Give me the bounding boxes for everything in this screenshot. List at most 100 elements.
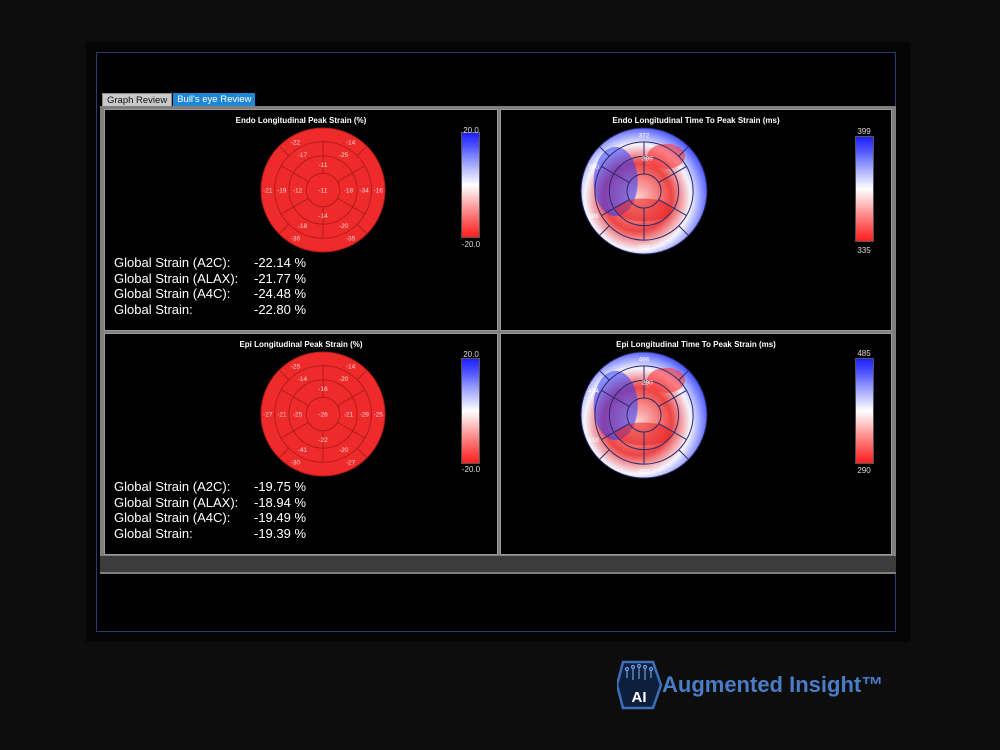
panel-title: Endo Longitudinal Peak Strain (%) [235, 116, 367, 125]
segment-value-label: -19 [277, 188, 287, 195]
global-strain-row: Global Strain: -19.39 % [114, 526, 306, 542]
strain-label: Global Strain (ALAX): [114, 494, 239, 510]
color-scale-bar [855, 358, 874, 464]
segment-value-label: -29 [360, 412, 370, 419]
strain-label: Global Strain (A2C): [114, 479, 231, 494]
segment-value-label: -26 [318, 412, 328, 419]
bulls-eye-plot: -14 -25 -27 -30 -27 -25 -20 -29 -20 -41 -21 -14 -16 -… [260, 351, 386, 477]
segment-value-label: -22 [318, 437, 328, 444]
segment-value-label: 372 [639, 132, 650, 139]
segment-value-label: -20 [339, 447, 349, 454]
strain-value: -22.80 % [254, 301, 307, 317]
logo-wordmark: Augmented Insight™ [662, 672, 884, 697]
segment-value-label: -20 [339, 376, 349, 383]
scale-max-label: 20.0 [463, 350, 479, 359]
panel-endo-peak-strain: Endo Longitudinal Peak Strain (%) -14 -16… [104, 109, 498, 331]
panel-epi-time-to-peak: Epi Longitudinal Time To Peak Strain (ms… [500, 333, 892, 555]
segment-value-label: -27 [263, 412, 273, 419]
segment-value-label: -16 [373, 188, 383, 195]
segment-value-label: -35 [346, 235, 356, 242]
strain-label: Global Strain (A2C): [114, 255, 231, 270]
global-strain-row: Global Strain (A2C): -22.14 % [114, 255, 306, 271]
scale-max-label: 399 [857, 127, 871, 136]
global-strain-row: Global Strain (A4C): -19.49 % [114, 510, 306, 526]
global-strain-list: Global Strain (A2C): -22.14 % Global Stra… [114, 255, 306, 317]
segment-value-label: -14 [318, 213, 328, 220]
tab-graph-review[interactable]: Graph Review [102, 93, 173, 107]
segment-value-label: -25 [293, 412, 303, 419]
segment-value-label: -18 [298, 223, 308, 230]
segment-value-label: -36 [291, 235, 301, 242]
strain-value: -19.75 % [254, 479, 307, 494]
bulls-eye-plot: -14 -16 -35 -36 -21 -22 -25 -34 -20 -18 -19 -17 -11 -… [260, 127, 386, 253]
scale-max-label: 485 [857, 349, 871, 358]
segment-value-label: -11 [319, 162, 328, 169]
segment-value-label: -22 [291, 140, 301, 147]
segment-value-label: 402 [639, 469, 650, 476]
strain-label: Global Strain (A4C): [114, 510, 231, 525]
global-strain-row: Global Strain (ALAX): -18.94 % [114, 495, 306, 511]
segment-value-label: 474 [588, 388, 599, 395]
segment-value-label: 334 [639, 245, 650, 252]
panel-title: Epi Longitudinal Time To Peak Strain (ms… [616, 340, 776, 349]
color-scale-bar [461, 132, 480, 238]
segment-value-label: -27 [346, 459, 356, 466]
segment-value-label: 399 [642, 156, 653, 163]
segment-value-label: -41 [298, 447, 308, 454]
color-scale-bar [461, 358, 480, 464]
segment-value-label: 360 [588, 164, 599, 171]
tab-bulls-eye-review[interactable]: Bull's eye Review [173, 93, 256, 107]
scale-max-label: 20.0 [463, 126, 479, 135]
segment-value-label: -21 [344, 412, 354, 419]
scale-min-label: 335 [857, 246, 871, 255]
strain-label: Global Strain (A4C): [114, 286, 231, 301]
segment-value-label: -20 [339, 223, 349, 230]
logo-mark-text: AI [632, 689, 647, 706]
strain-label: Global Strain: [114, 525, 193, 541]
panel-title: Endo Longitudinal Time To Peak Strain (m… [612, 116, 780, 125]
segment-value-label: -14 [298, 376, 308, 383]
bottom-status-bar [100, 556, 896, 572]
bulls-eye-plot: 496 290 474 418 402 [580, 351, 708, 479]
global-strain-list: Global Strain (A2C): -19.75 % Global Stra… [114, 479, 306, 541]
global-strain-row: Global Strain (ALAX): -21.77 % [114, 271, 306, 287]
tab-bar: Graph Review Bull's eye Review [102, 93, 256, 107]
segment-value-label: -14 [346, 140, 356, 147]
global-strain-row: Global Strain: -22.80 % [114, 302, 306, 318]
segment-value-label: 496 [639, 356, 650, 363]
segment-value-label: -30 [291, 459, 301, 466]
scale-min-label: -20.0 [461, 465, 481, 474]
segment-value-label: 418 [588, 437, 599, 444]
segment-value-label: -25 [373, 412, 383, 419]
strain-label: Global Strain: [114, 301, 193, 317]
segment-value-label: -34 [360, 188, 370, 195]
segment-value-label: -14 [346, 364, 356, 371]
strain-value: -19.49 % [254, 510, 307, 525]
segment-value-label: -25 [339, 152, 349, 159]
segment-value-label: -25 [291, 364, 301, 371]
segment-value-label: -17 [298, 152, 308, 159]
panel-title: Epi Longitudinal Peak Strain (%) [239, 340, 363, 349]
strain-value: -19.39 % [254, 525, 307, 541]
segment-value-label: -21 [277, 412, 287, 419]
scale-min-label: -20.0 [461, 240, 481, 249]
strain-value: -24.48 % [254, 286, 307, 301]
segment-value-label: -21 [263, 188, 273, 195]
scale-min-label: 290 [857, 466, 871, 475]
segment-value-label: -12 [293, 188, 303, 195]
global-strain-row: Global Strain (A2C): -19.75 % [114, 479, 306, 495]
global-strain-row: Global Strain (A4C): -24.48 % [114, 286, 306, 302]
segment-value-label: -11 [319, 188, 328, 195]
panel-epi-peak-strain: Epi Longitudinal Peak Strain (%) -14 -25-… [104, 333, 498, 555]
strain-value: -22.14 % [254, 255, 307, 270]
strain-label: Global Strain (ALAX): [114, 270, 239, 286]
segment-value-label: -18 [344, 188, 354, 195]
strain-value: -18.94 % [254, 494, 307, 510]
bulls-eye-plot: 372 399 360 386 334 [580, 127, 708, 255]
segment-value-label: -16 [318, 386, 328, 393]
color-scale-bar [855, 136, 874, 242]
segment-value-label: 386 [588, 213, 599, 220]
strain-value: -21.77 % [254, 270, 307, 286]
segment-value-label: 290 [642, 380, 653, 387]
panel-endo-time-to-peak: Endo Longitudinal Time To Peak Strain (m… [500, 109, 892, 331]
